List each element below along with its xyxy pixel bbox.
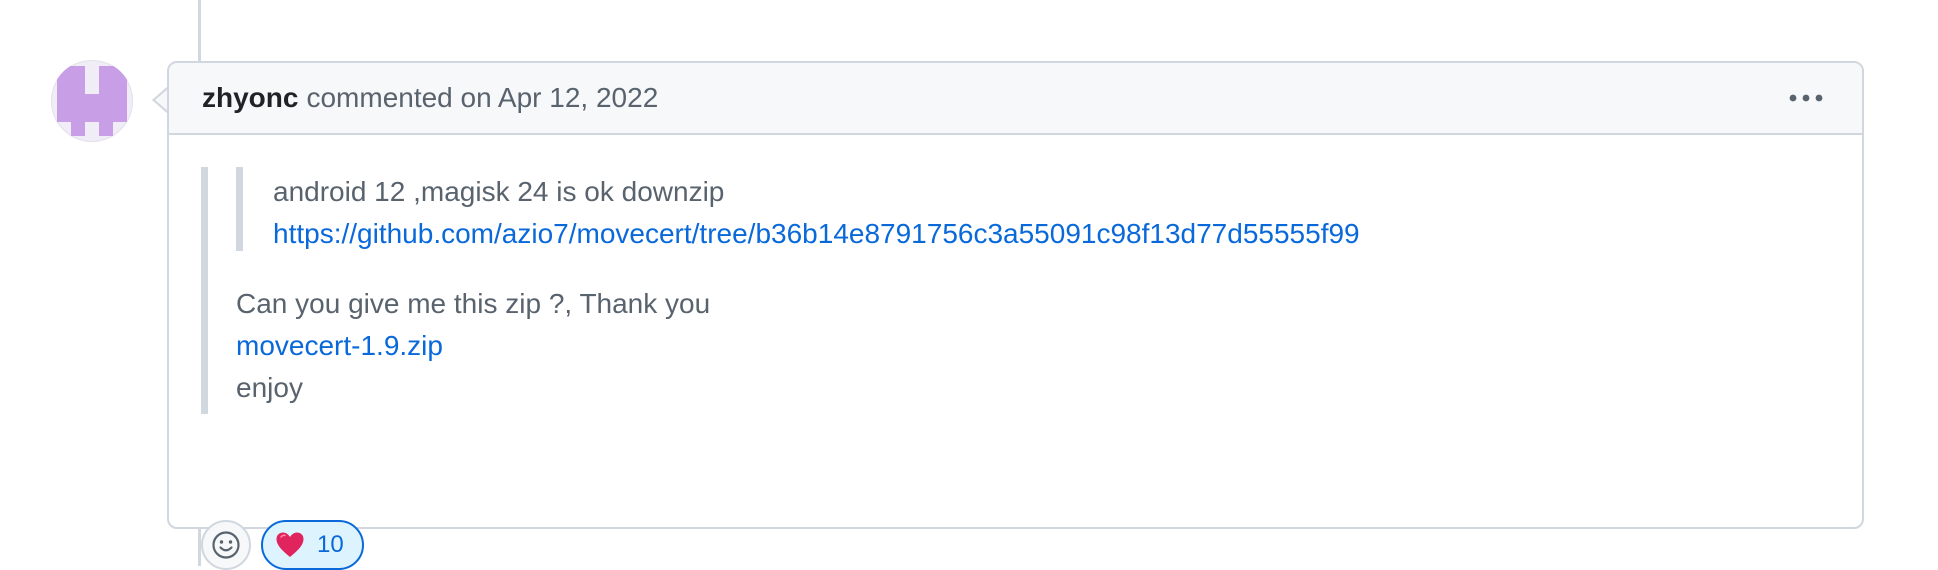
smiley-icon [212, 531, 240, 559]
nested-blockquote: android 12 ,magisk 24 is ok downzip http… [236, 167, 1862, 251]
comment-header: zhyonc commented on Apr 12, 2022 [169, 63, 1862, 135]
quote-question-text: Can you give me this zip ?, Thank you [236, 288, 711, 319]
reaction-count: 10 [317, 531, 344, 558]
nested-quote-text: android 12 ,magisk 24 is ok downzip [273, 176, 725, 207]
heart-icon [275, 531, 305, 559]
avatar[interactable] [51, 60, 133, 142]
comment-author[interactable]: zhyonc [202, 82, 298, 114]
comment-options-button[interactable] [1786, 83, 1826, 113]
quote-closing-text: enjoy [236, 372, 303, 403]
comment-timestamp[interactable]: commented on Apr 12, 2022 [306, 82, 658, 114]
identicon-icon [57, 66, 127, 136]
reactions-bar: 10 [201, 520, 364, 570]
zip-file-link[interactable]: movecert-1.9.zip [236, 330, 443, 361]
heart-reaction-button[interactable]: 10 [261, 520, 364, 570]
comment-body: android 12 ,magisk 24 is ok downzip http… [169, 135, 1862, 570]
add-reaction-button[interactable] [201, 520, 251, 570]
kebab-horizontal-icon [1789, 94, 1823, 102]
commit-tree-link[interactable]: https://github.com/azio7/movecert/tree/b… [273, 218, 1360, 249]
comment-card: zhyonc commented on Apr 12, 2022 android… [167, 61, 1864, 570]
blockquote: android 12 ,magisk 24 is ok downzip http… [201, 167, 1862, 414]
